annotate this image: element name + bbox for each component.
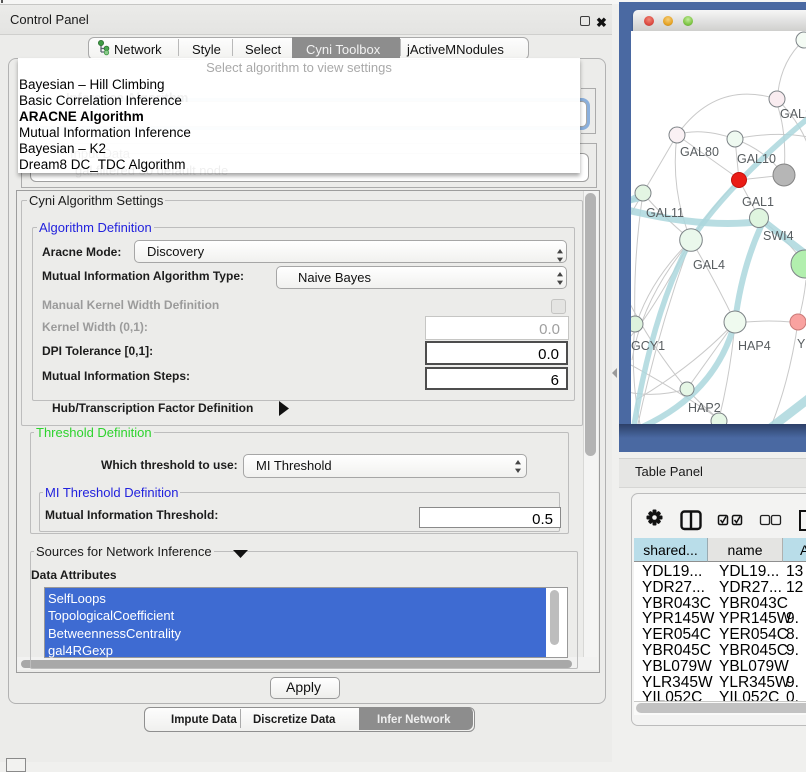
svg-text:GAL80: GAL80 [680,145,719,159]
svg-text:GAL11: GAL11 [646,206,684,220]
svg-text:GAL1: GAL1 [742,195,774,209]
svg-text:HAP4: HAP4 [738,339,771,353]
svg-text:GCY1: GCY1 [631,339,665,353]
svg-text:HAP2: HAP2 [688,401,721,415]
svg-text:GAL10: GAL10 [737,152,776,166]
svg-text:SWI4: SWI4 [763,229,794,243]
svg-text:GAL4: GAL4 [693,258,725,272]
svg-text:Y: Y [797,337,806,351]
svg-text:GAL2: GAL2 [780,107,806,121]
